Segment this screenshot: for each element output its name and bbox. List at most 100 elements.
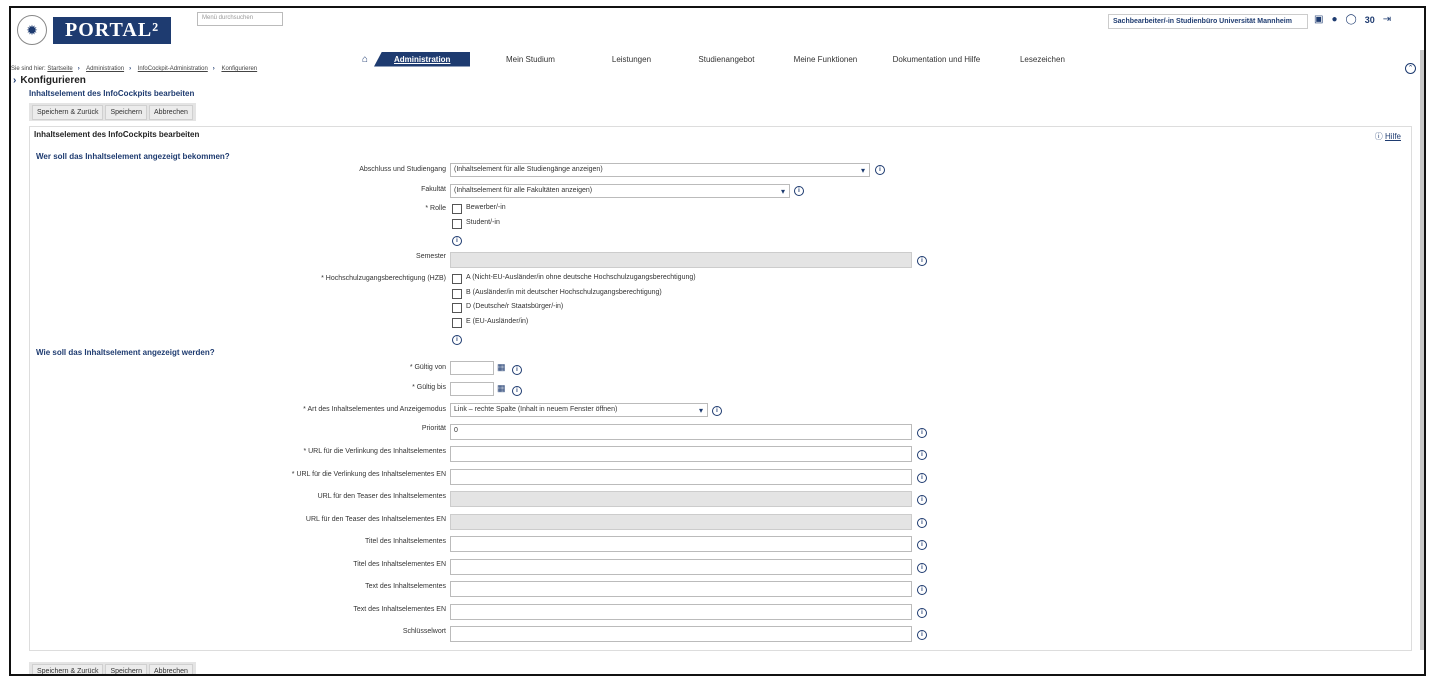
collapse-up-icon[interactable]: ⌃ [1405, 63, 1416, 74]
semester-label: Semester [416, 253, 446, 260]
info-icon[interactable]: i [712, 406, 722, 416]
title-input[interactable] [450, 536, 912, 552]
hzb-option-a: A (Nicht-EU-Ausländer/in ohne deutsche H… [466, 274, 696, 281]
nav-item-meine-funktionen[interactable]: Meine Funktionen [780, 52, 870, 67]
nav-item-studienangebot[interactable]: Studienangebot [672, 52, 780, 67]
nav-item-mein-studium[interactable]: Mein Studium [470, 52, 590, 67]
title-label: Titel des Inhaltselementes [364, 538, 446, 545]
text-input[interactable] [450, 581, 912, 597]
chevron-down-icon: ▾ [698, 406, 703, 415]
panel-title: Inhaltselement des InfoCockpits bearbeit… [34, 130, 200, 139]
action-bar-bottom: Speichern & Zurück Speichern Abbrechen [29, 662, 196, 674]
nav-item-lesezeichen[interactable]: Lesezeichen [1002, 52, 1082, 67]
nav-item-leistungen[interactable]: Leistungen [590, 52, 672, 67]
nav-item-dokumentation[interactable]: Dokumentation und Hilfe [870, 52, 1002, 67]
breadcrumb-separator-icon: › [129, 66, 132, 72]
hzb-option-d: D (Deutsche/r Staatsbürger/-in) [466, 303, 564, 310]
user-role-select[interactable]: Sachbearbeiter/-in Studienbüro Universit… [1108, 14, 1308, 29]
degree-label: Abschluss und Studiengang [359, 166, 446, 173]
mode-select[interactable]: Link – rechte Spalte (Inhalt in neuem Fe… [450, 403, 708, 417]
role-checkbox-bewerber[interactable] [452, 204, 462, 214]
faculty-label: Fakultät [421, 186, 446, 193]
calendar-icon[interactable]: ▦ [497, 362, 506, 373]
info-icon[interactable]: i [917, 473, 927, 483]
role-checkbox-student[interactable] [452, 219, 462, 229]
role-option-student: Student/-in [466, 219, 500, 226]
degree-select[interactable]: (Inhaltselement für alle Studiengänge an… [450, 163, 870, 177]
id-card-icon[interactable]: ▣ [1314, 14, 1323, 25]
hzb-checkbox-b[interactable] [452, 289, 462, 299]
faculty-value: (Inhaltselement für alle Fakultäten anze… [454, 187, 593, 194]
info-icon[interactable]: i [917, 518, 927, 528]
keyword-input[interactable] [450, 626, 912, 642]
hzb-checkbox-e[interactable] [452, 318, 462, 328]
url-label: * URL für die Verlinkung des Inhaltselem… [303, 448, 446, 455]
teaser-en-label: URL für den Teaser des Inhaltselementes … [305, 516, 446, 523]
valid-to-input[interactable] [450, 382, 494, 396]
teaser-en-input [450, 514, 912, 530]
info-icon[interactable]: i [917, 585, 927, 595]
valid-to-label: * Gültig bis [412, 384, 446, 391]
info-icon[interactable]: i [917, 428, 927, 438]
breadcrumb-konfigurieren[interactable]: Konfigurieren [221, 66, 257, 72]
action-bar-top: Speichern & Zurück Speichern Abbrechen [29, 103, 196, 121]
info-icon[interactable]: i [512, 386, 522, 396]
info-icon[interactable]: i [512, 365, 522, 375]
semester-field [450, 252, 912, 268]
help-link[interactable]: ⓘ Hilfe [1375, 131, 1401, 142]
session-timer: 30 [1364, 14, 1375, 25]
header-icons: ▣ ● ◯ 30 ⇥ [1314, 14, 1391, 25]
teaser-label: URL für den Teaser des Inhaltselementes [317, 493, 446, 500]
main-nav: ⌂ Administration Mein Studium Leistungen… [356, 51, 1082, 67]
info-icon[interactable]: i [917, 563, 927, 573]
hzb-checkbox-d[interactable] [452, 303, 462, 313]
chat-icon[interactable]: ◯ [1346, 14, 1357, 25]
cancel-button[interactable]: Abbrechen [149, 104, 193, 120]
valid-from-input[interactable] [450, 361, 494, 375]
save-button[interactable]: Speichern [105, 663, 148, 674]
info-icon[interactable]: i [917, 608, 927, 618]
portal-brand: PORTAL² [53, 16, 172, 44]
info-icon[interactable]: i [917, 450, 927, 460]
info-icon[interactable]: i [452, 236, 462, 246]
calendar-icon[interactable]: ▦ [497, 383, 506, 394]
vertical-scrollbar[interactable] [1420, 50, 1424, 650]
url-en-input[interactable] [450, 469, 912, 485]
info-icon[interactable]: i [917, 256, 927, 266]
priority-label: Priorität [421, 425, 446, 432]
hzb-option-b: B (Ausländer/in mit deutscher Hochschulz… [466, 289, 662, 296]
chevron-down-icon: ▾ [780, 187, 785, 196]
info-icon[interactable]: i [875, 165, 885, 175]
faculty-select[interactable]: (Inhaltselement für alle Fakultäten anze… [450, 184, 790, 198]
title-en-input[interactable] [450, 559, 912, 575]
breadcrumb-separator-icon: › [77, 66, 80, 72]
breadcrumb-infocockpit[interactable]: InfoCockpit-Administration [138, 66, 208, 72]
priority-input[interactable]: 0 [450, 424, 912, 440]
save-back-button[interactable]: Speichern & Zurück [32, 104, 104, 120]
breadcrumb-prefix: Sie sind hier: [11, 66, 46, 72]
home-icon[interactable]: ⌂ [356, 54, 374, 65]
text-en-input[interactable] [450, 604, 912, 620]
info-icon[interactable]: i [917, 540, 927, 550]
info-icon[interactable]: i [794, 186, 804, 196]
hzb-checkbox-a[interactable] [452, 274, 462, 284]
keyword-label: Schlüsselwort [402, 628, 446, 635]
breadcrumb-startseite[interactable]: Startseite [47, 66, 72, 72]
section-audience-title: Wer soll das Inhaltselement angezeigt be… [36, 152, 230, 161]
portal-logo[interactable]: ✹ PORTAL² [17, 12, 183, 48]
url-input[interactable] [450, 446, 912, 462]
degree-value: (Inhaltselement für alle Studiengänge an… [454, 166, 603, 173]
info-icon[interactable]: i [917, 630, 927, 640]
save-back-button[interactable]: Speichern & Zurück [32, 663, 104, 674]
menu-search-input[interactable]: Menü durchsuchen [197, 12, 283, 26]
info-icon[interactable]: i [917, 495, 927, 505]
logout-icon[interactable]: ⇥ [1383, 14, 1391, 25]
nav-item-administration[interactable]: Administration [374, 51, 471, 67]
save-button[interactable]: Speichern [105, 104, 148, 120]
mode-value: Link – rechte Spalte (Inhalt in neuem Fe… [454, 406, 618, 413]
cancel-button[interactable]: Abbrechen [149, 663, 193, 674]
breadcrumb-administration[interactable]: Administration [86, 66, 124, 72]
info-icon[interactable]: i [452, 335, 462, 345]
user-icon[interactable]: ● [1331, 14, 1337, 25]
page-title-text: Konfigurieren [20, 75, 86, 86]
